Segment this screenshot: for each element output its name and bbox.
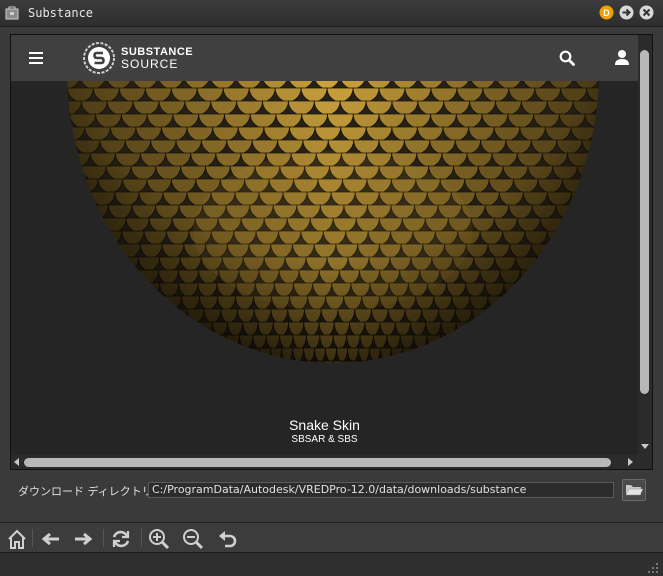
scale-texture [570, 191, 596, 208]
scale-texture [488, 308, 506, 325]
toolbar-separator [32, 529, 33, 547]
scale-texture [28, 81, 54, 90]
scale-texture [145, 295, 164, 312]
scroll-down-arrow-icon[interactable] [641, 444, 649, 449]
user-icon[interactable] [614, 49, 630, 66]
scale-texture [67, 165, 82, 182]
scale-texture [598, 100, 599, 117]
product-name[interactable]: Snake Skin [11, 417, 638, 433]
vertical-scroll-thumb[interactable] [640, 50, 649, 394]
scale-texture [536, 256, 559, 273]
close-circle-icon[interactable] [639, 5, 654, 20]
browser-frame: SUBSTANCE SOURCE Snake Skin SBSAR & SBS [10, 34, 653, 470]
scale-texture [67, 178, 75, 195]
scale-texture [359, 360, 370, 363]
scale-texture [181, 321, 198, 338]
scale-texture [237, 347, 250, 363]
scale-texture [586, 178, 599, 195]
back-arrow-icon[interactable] [40, 528, 62, 550]
scrollbar-corner [638, 455, 652, 469]
hamburger-menu-icon[interactable] [29, 51, 43, 65]
scale-texture [153, 308, 171, 325]
scale-texture [323, 360, 334, 363]
product-view[interactable]: Snake Skin SBSAR & SBS [11, 81, 638, 455]
horizontal-scroll-thumb[interactable] [24, 458, 611, 467]
snake-skin-sphere-image [28, 81, 626, 363]
undo-icon[interactable] [216, 528, 238, 550]
scale-texture [96, 243, 120, 260]
browse-folder-button[interactable] [622, 479, 646, 501]
scale-texture [76, 230, 100, 247]
d-badge-icon[interactable]: D [599, 5, 614, 20]
home-icon[interactable] [6, 528, 28, 550]
substance-logo-icon[interactable] [82, 41, 116, 75]
refresh-icon[interactable] [110, 528, 132, 550]
svg-text:D: D [603, 8, 610, 18]
scale-texture [592, 152, 599, 169]
zoom-out-icon[interactable] [182, 528, 204, 550]
bag-icon [5, 6, 19, 20]
brand-subname: SOURCE [121, 57, 179, 71]
scale-texture [67, 139, 75, 156]
forward-circle-icon[interactable] [619, 5, 634, 20]
scale-texture [522, 282, 543, 299]
scale-texture [600, 81, 626, 90]
forward-arrow-icon[interactable] [72, 528, 94, 550]
scale-texture [120, 282, 141, 299]
resize-grip-icon[interactable] [646, 561, 660, 575]
scale-texture [67, 113, 71, 130]
browser-toolbar [0, 522, 663, 553]
scale-texture [596, 126, 599, 143]
scale-texture [40, 153, 65, 168]
window-title: Substance [28, 6, 94, 20]
scale-texture [67, 191, 92, 208]
toolbar-separator [103, 529, 104, 547]
scale-texture [305, 360, 316, 363]
scale-texture [471, 321, 488, 338]
download-directory-label: ダウンロード ディレクトリ(D) [18, 485, 170, 498]
scale-texture [67, 204, 86, 221]
scale-texture [440, 334, 455, 351]
scale-texture [288, 360, 298, 363]
scale-texture [198, 334, 214, 351]
scale-texture [578, 204, 599, 221]
scale-texture [117, 269, 139, 286]
status-bar [0, 552, 663, 576]
download-directory-field[interactable]: C:/ProgramData/Autodesk/VREDPro-12.0/dat… [148, 482, 614, 498]
horizontal-scrollbar[interactable] [11, 455, 638, 469]
scale-texture [412, 347, 425, 363]
zoom-in-icon[interactable] [148, 528, 170, 550]
scale-texture [314, 360, 325, 363]
product-formats: SBSAR & SBS [291, 434, 358, 445]
scale-texture [350, 360, 361, 363]
scale-texture [332, 360, 343, 363]
scale-texture [552, 243, 576, 260]
scroll-right-arrow-icon[interactable] [628, 458, 633, 466]
folder-open-icon [625, 485, 644, 496]
scale-texture [505, 295, 525, 312]
scale-texture [67, 87, 68, 104]
scroll-left-arrow-icon[interactable] [14, 458, 19, 466]
scale-texture [562, 217, 587, 234]
vertical-scrollbar[interactable] [638, 35, 652, 455]
window-titlebar[interactable]: Substance D [0, 0, 663, 27]
scale-texture [341, 360, 352, 363]
scale-texture [297, 360, 307, 363]
toolbar-separator [141, 529, 142, 547]
scale-texture [96, 256, 118, 273]
scale-texture [79, 217, 104, 234]
search-icon[interactable] [559, 50, 575, 66]
scale-texture [30, 101, 56, 116]
site-header: SUBSTANCE SOURCE [11, 35, 638, 81]
scale-texture [34, 127, 60, 142]
